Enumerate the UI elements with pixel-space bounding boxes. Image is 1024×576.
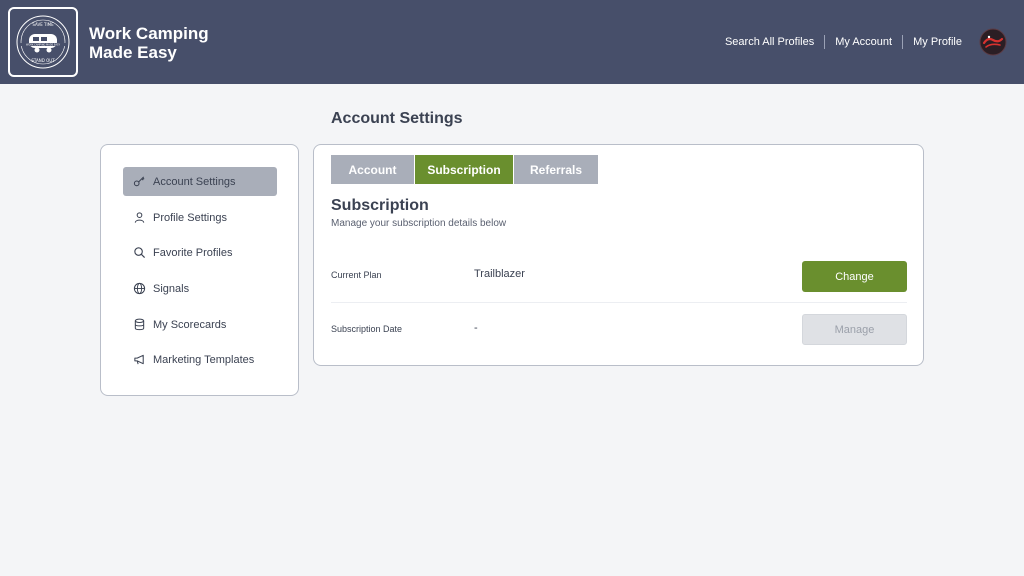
- current-plan-label: Current Plan: [331, 270, 382, 280]
- nav-search-all-profiles[interactable]: Search All Profiles: [725, 36, 814, 48]
- sidebar-item-label: Account Settings: [153, 175, 236, 188]
- circular-logo-badge-icon: [979, 28, 1007, 56]
- logo-bottom-text: STAND OUT: [31, 58, 55, 63]
- current-plan-value: Trailblazer: [474, 268, 525, 280]
- page-title: Account Settings: [331, 110, 463, 127]
- sidebar-item-profile-settings[interactable]: Profile Settings: [123, 203, 277, 232]
- top-nav: Search All Profiles My Account My Profil…: [725, 34, 962, 50]
- search-icon: [133, 246, 146, 259]
- brand-line-1: Work Camping: [89, 24, 209, 43]
- sidebar-item-marketing-templates[interactable]: Marketing Templates: [123, 345, 277, 374]
- nav-my-profile[interactable]: My Profile: [913, 36, 962, 48]
- sidebar-item-label: Marketing Templates: [153, 353, 255, 366]
- tab-account[interactable]: Account: [331, 155, 414, 184]
- settings-tabs: Account Subscription Referrals: [331, 155, 599, 184]
- sidebar-item-signals[interactable]: Signals: [123, 274, 277, 303]
- sidebar-item-account-settings[interactable]: Account Settings: [123, 167, 277, 196]
- brand-title: Work Camping Made Easy: [89, 24, 209, 62]
- subscription-date-label: Subscription Date: [331, 324, 403, 334]
- logo-band-text: WORK CAMPING MADE EASY: [26, 44, 61, 47]
- database-icon: [133, 318, 146, 331]
- nav-my-account[interactable]: My Account: [835, 36, 892, 48]
- sidebar-item-my-scorecards[interactable]: My Scorecards: [123, 310, 277, 339]
- section-description: Manage your subscription details below: [331, 218, 507, 229]
- manage-subscription-button[interactable]: Manage: [802, 314, 907, 345]
- settings-sidebar: Account Settings Profile Settings Favori…: [100, 144, 299, 396]
- sidebar-item-label: Favorite Profiles: [153, 246, 233, 259]
- tab-referrals[interactable]: Referrals: [514, 155, 598, 184]
- sidebar-item-label: Signals: [153, 282, 190, 295]
- brand-logo[interactable]: SAVE TIME STAND OUT WORK CAMPING MADE EA…: [8, 7, 78, 77]
- globe-icon: [133, 282, 146, 295]
- subscription-card: Account Subscription Referrals Subscript…: [313, 144, 924, 366]
- row-divider: [331, 302, 907, 303]
- nav-divider: [824, 35, 826, 49]
- sidebar-item-label: My Scorecards: [153, 318, 227, 331]
- change-plan-button[interactable]: Change: [802, 261, 907, 292]
- logo-top-text: SAVE TIME: [32, 22, 54, 27]
- section-title: Subscription: [331, 197, 429, 214]
- profile-badge[interactable]: [979, 28, 1007, 56]
- sidebar-item-label: Profile Settings: [153, 211, 227, 224]
- rv-trailer-logo-icon: SAVE TIME STAND OUT WORK CAMPING MADE EA…: [16, 15, 70, 69]
- megaphone-icon: [133, 353, 146, 366]
- brand-line-2: Made Easy: [89, 43, 177, 62]
- subscription-date-value: -: [474, 322, 478, 334]
- sidebar-item-favorite-profiles[interactable]: Favorite Profiles: [123, 238, 277, 267]
- top-header: SAVE TIME STAND OUT WORK CAMPING MADE EA…: [0, 0, 1024, 84]
- nav-divider: [902, 35, 904, 49]
- key-icon: [133, 175, 146, 188]
- tab-subscription[interactable]: Subscription: [415, 155, 513, 184]
- user-icon: [133, 211, 146, 224]
